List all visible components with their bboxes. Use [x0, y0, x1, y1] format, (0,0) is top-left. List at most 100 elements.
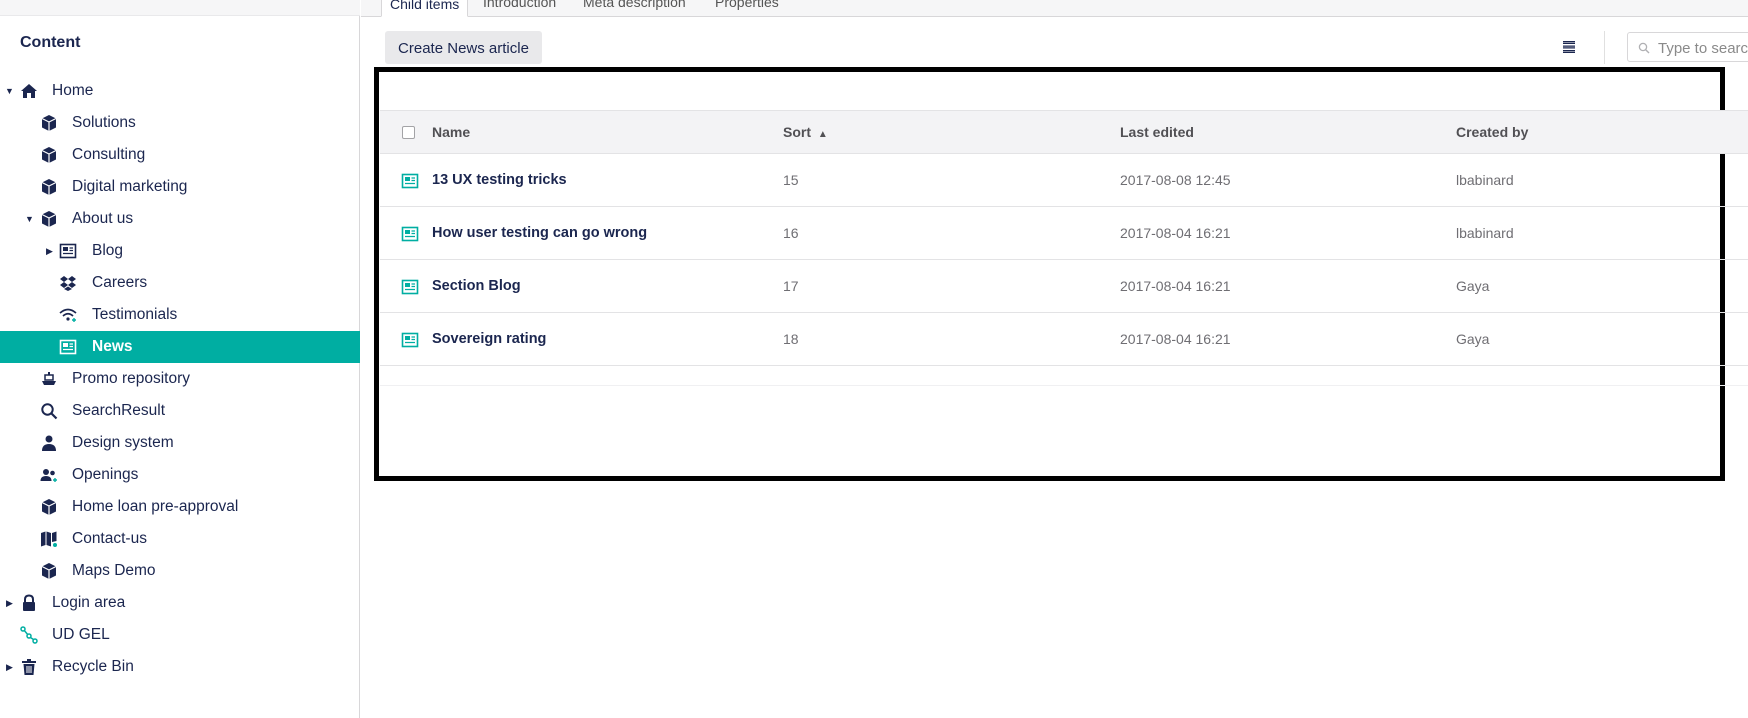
tree-item-label: Consulting [72, 146, 146, 163]
column-header-last-edited[interactable]: Last edited [1120, 124, 1194, 140]
search-icon [41, 403, 58, 420]
main-content: Child items Introduction Meta descriptio… [361, 0, 1748, 718]
caret-down-icon[interactable]: ▼ [25, 214, 35, 224]
row-last-edited: 2017-08-04 16:21 [1120, 331, 1231, 347]
tree-item-label: Login area [52, 594, 126, 611]
caret-right-icon[interactable]: ▶ [46, 246, 56, 256]
tree-item-home[interactable]: ▼ Home [0, 75, 360, 107]
column-header-sort[interactable]: Sort ▲ [783, 124, 828, 140]
cube-icon [41, 147, 57, 163]
table-row[interactable]: Section Blog 17 2017-08-04 16:21 Gaya [380, 260, 1748, 313]
ship-icon [42, 372, 56, 385]
table-header: Name Sort ▲ Last edited Created by [380, 110, 1748, 154]
row-last-edited: 2017-08-04 16:21 [1120, 278, 1231, 294]
newspaper-icon [401, 279, 419, 295]
row-name-link[interactable]: 13 UX testing tricks [432, 172, 567, 188]
tree-item-label: Home [52, 82, 94, 99]
row-name-link[interactable]: Sovereign rating [432, 331, 546, 347]
tab-meta-description[interactable]: Meta description [583, 0, 686, 10]
list-view-icon[interactable] [1562, 40, 1576, 54]
cube-icon [41, 115, 57, 131]
tree-item-label: News [92, 338, 133, 355]
tree-item-label: Digital marketing [72, 178, 188, 195]
newspaper-icon [59, 243, 77, 259]
tree-item-label: UD GEL [52, 626, 110, 643]
content-tree-sidebar: Content ▼ Home Solutions Consulting Digi… [0, 0, 360, 718]
tree-item-design-system[interactable]: Design system [0, 427, 360, 459]
tree-item-label: Recycle Bin [52, 658, 134, 675]
caret-down-icon[interactable]: ▼ [5, 86, 15, 96]
tree-item-label: Careers [92, 274, 148, 291]
tree-item-label: About us [72, 210, 134, 227]
tree-item-label: Maps Demo [72, 562, 156, 579]
newspaper-icon [401, 173, 419, 189]
sort-ascending-icon: ▲ [817, 129, 828, 140]
tree-item-home-loan-pre-approval[interactable]: Home loan pre-approval [0, 491, 360, 523]
tree-item-label: Contact-us [72, 530, 147, 547]
tree-item-testimonials[interactable]: Testimonials [0, 299, 360, 331]
child-items-table: Name Sort ▲ Last edited Created by 13 UX… [380, 110, 1748, 386]
row-created-by: lbabinard [1456, 225, 1514, 241]
tree-item-label: Design system [72, 434, 174, 451]
row-created-by: lbabinard [1456, 172, 1514, 188]
row-sort: 18 [783, 331, 799, 347]
tree-item-login-area[interactable]: ▶ Login area [0, 587, 360, 619]
tab-properties[interactable]: Properties [715, 0, 779, 10]
tree-item-ud-gel[interactable]: UD GEL [0, 619, 360, 651]
section-title: Content [20, 34, 81, 51]
toolbar-divider [1604, 31, 1605, 64]
tree-item-label: Promo repository [72, 370, 191, 387]
select-all-checkbox[interactable] [402, 126, 415, 139]
tree-item-contact-us[interactable]: Contact-us [0, 523, 360, 555]
tab-introduction[interactable]: Introduction [483, 0, 556, 10]
tab-child-items[interactable]: Child items [381, 0, 469, 17]
sidebar-top-bar [0, 0, 360, 16]
newspaper-icon [401, 332, 419, 348]
tree-item-careers[interactable]: Careers [0, 267, 360, 299]
content-tree: ▼ Home Solutions Consulting Digital mark… [0, 75, 360, 683]
users-icon [40, 469, 57, 482]
tree-item-about-us[interactable]: ▼ About us [0, 203, 360, 235]
cube-icon [41, 179, 57, 195]
tree-item-solutions[interactable]: Solutions [0, 107, 360, 139]
network-icon [20, 626, 38, 644]
newspaper-icon [59, 339, 77, 355]
column-header-name[interactable]: Name [432, 124, 470, 140]
tree-item-digital-marketing[interactable]: Digital marketing [0, 171, 360, 203]
tree-item-news[interactable]: News [0, 331, 360, 363]
tree-item-label: SearchResult [72, 402, 166, 419]
lock-icon [23, 594, 35, 611]
row-last-edited: 2017-08-04 16:21 [1120, 225, 1231, 241]
table-row[interactable]: 13 UX testing tricks 15 2017-08-08 12:45… [380, 154, 1748, 207]
tree-item-searchresult[interactable]: SearchResult [0, 395, 360, 427]
tree-item-label: Solutions [72, 114, 136, 131]
row-last-edited: 2017-08-08 12:45 [1120, 172, 1231, 188]
create-news-article-button[interactable]: Create News article [385, 31, 542, 64]
trash-icon [22, 659, 36, 675]
tree-item-maps-demo[interactable]: Maps Demo [0, 555, 360, 587]
cube-icon [41, 563, 57, 579]
home-icon [21, 84, 37, 98]
column-header-created-by[interactable]: Created by [1456, 124, 1528, 140]
table-row[interactable]: Sovereign rating 18 2017-08-04 16:21 Gay… [380, 313, 1748, 366]
row-created-by: Gaya [1456, 331, 1490, 347]
tree-item-promo-repository[interactable]: Promo repository [0, 363, 360, 395]
search-box[interactable] [1627, 32, 1748, 62]
column-header-sort-label: Sort [783, 124, 811, 140]
tree-item-recycle-bin[interactable]: ▶ Recycle Bin [0, 651, 360, 683]
wifi-icon [59, 308, 77, 322]
search-input[interactable] [1656, 38, 1748, 58]
tree-item-blog[interactable]: ▶ Blog [0, 235, 360, 267]
row-name-link[interactable]: How user testing can go wrong [432, 225, 647, 241]
caret-right-icon[interactable]: ▶ [6, 662, 16, 672]
table-row[interactable]: How user testing can go wrong 16 2017-08… [380, 207, 1748, 260]
table-footer [380, 366, 1748, 386]
tree-item-consulting[interactable]: Consulting [0, 139, 360, 171]
caret-right-icon[interactable]: ▶ [6, 598, 16, 608]
tree-item-label: Testimonials [92, 306, 178, 323]
tree-item-label: Openings [72, 466, 139, 483]
tree-item-openings[interactable]: Openings [0, 459, 360, 491]
search-icon [1638, 42, 1650, 54]
cube-icon [41, 499, 57, 515]
row-name-link[interactable]: Section Blog [432, 278, 521, 294]
